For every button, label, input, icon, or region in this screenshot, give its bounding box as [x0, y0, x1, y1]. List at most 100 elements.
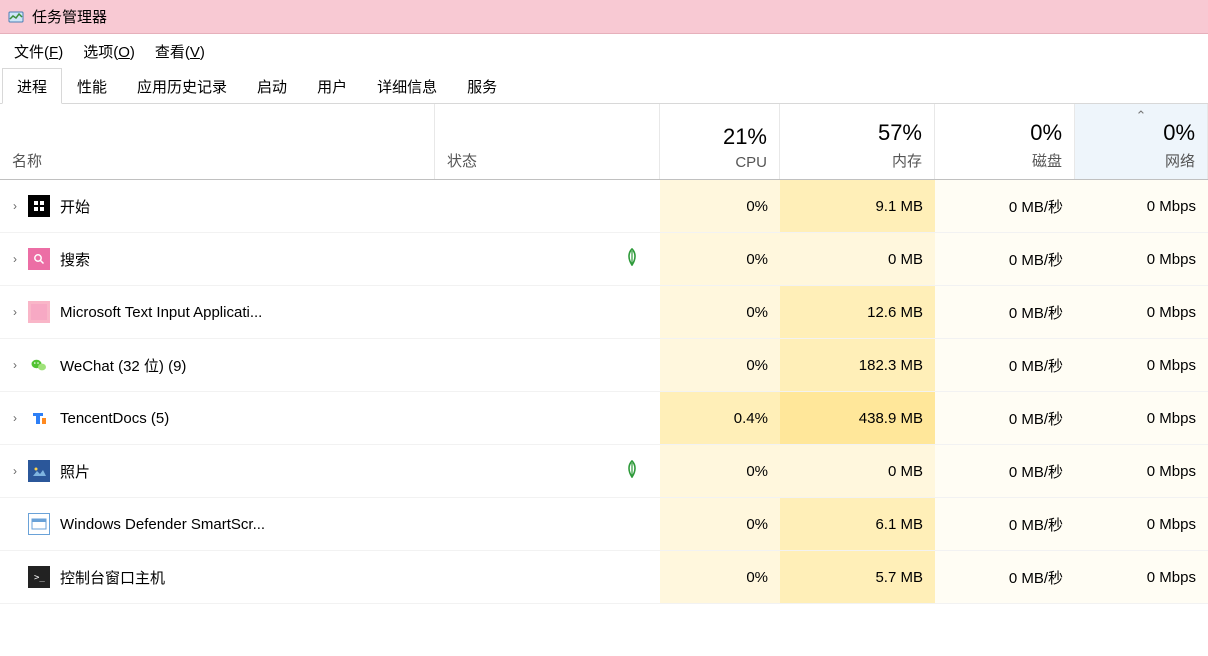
col-header-network-label: 网络: [1165, 150, 1195, 171]
process-cpu-cell: 0%: [660, 233, 780, 285]
process-network-cell: 0 Mbps: [1075, 498, 1208, 550]
col-header-memory[interactable]: 57% 内存: [780, 104, 935, 179]
process-memory-cell: 438.9 MB: [780, 392, 935, 444]
table-row[interactable]: >_控制台窗口主机0%5.7 MB0 MB/秒0 Mbps: [0, 551, 1208, 604]
process-status-cell: [435, 445, 660, 497]
tab-apphistory[interactable]: 应用历史记录: [122, 68, 242, 104]
process-memory-cell: 6.1 MB: [780, 498, 935, 550]
leaf-icon: [624, 460, 640, 483]
process-memory-cell: 0 MB: [780, 445, 935, 497]
process-network-cell: 0 Mbps: [1075, 339, 1208, 391]
table-row[interactable]: ›照片0%0 MB0 MB/秒0 Mbps: [0, 445, 1208, 498]
process-network-cell: 0 Mbps: [1075, 445, 1208, 497]
titlebar[interactable]: 任务管理器: [0, 0, 1208, 34]
tab-processes[interactable]: 进程: [2, 68, 62, 104]
expand-toggle-icon[interactable]: ›: [6, 252, 24, 266]
table-header: 名称 状态 21% CPU 57% 内存 0% 磁盘 ⌃ 0% 网络: [0, 104, 1208, 180]
process-status-cell: [435, 551, 660, 603]
col-header-name-label: 名称: [12, 150, 42, 171]
expand-toggle-icon[interactable]: ›: [6, 305, 24, 319]
start-icon: [28, 195, 50, 217]
app-icon: [8, 9, 24, 25]
app-pink-icon: [28, 301, 50, 323]
process-network-cell: 0 Mbps: [1075, 286, 1208, 338]
sort-ascending-icon: ⌃: [1136, 108, 1147, 124]
process-network-cell: 0 Mbps: [1075, 392, 1208, 444]
tab-users[interactable]: 用户: [302, 68, 362, 104]
process-name-label: WeChat (32 位) (9): [60, 355, 186, 376]
tdocs-icon: [28, 407, 50, 429]
table-row[interactable]: ›开始0%9.1 MB0 MB/秒0 Mbps: [0, 180, 1208, 233]
process-cpu-cell: 0%: [660, 551, 780, 603]
table-row[interactable]: ›搜索0%0 MB0 MB/秒0 Mbps: [0, 233, 1208, 286]
expand-toggle-icon[interactable]: ›: [6, 199, 24, 213]
process-name-label: Microsoft Text Input Applicati...: [60, 304, 262, 321]
process-table: 名称 状态 21% CPU 57% 内存 0% 磁盘 ⌃ 0% 网络 › 开始 0%…: [0, 104, 1208, 604]
process-name-cell: › 搜索: [0, 233, 435, 285]
tab-details[interactable]: 详细信息: [362, 68, 452, 104]
menu-file[interactable]: 文件(F): [4, 37, 73, 66]
leaf-icon: [624, 248, 640, 271]
col-header-status[interactable]: 状态: [435, 104, 660, 179]
expand-toggle-icon[interactable]: ›: [6, 411, 24, 425]
col-header-disk-label: 磁盘: [1032, 150, 1062, 171]
expand-toggle-icon[interactable]: ›: [6, 464, 24, 478]
process-name-label: 控制台窗口主机: [60, 567, 165, 588]
col-header-cpu[interactable]: 21% CPU: [660, 104, 780, 179]
process-name-label: TencentDocs (5): [60, 410, 169, 427]
process-name-cell: › 照片: [0, 445, 435, 497]
process-disk-cell: 0 MB/秒: [935, 180, 1075, 232]
tab-startup[interactable]: 启动: [242, 68, 302, 104]
process-status-cell: [435, 180, 660, 232]
col-header-disk[interactable]: 0% 磁盘: [935, 104, 1075, 179]
console-icon: >_: [28, 566, 50, 588]
process-cpu-cell: 0.4%: [660, 392, 780, 444]
search-pink-icon: [28, 248, 50, 270]
process-disk-cell: 0 MB/秒: [935, 233, 1075, 285]
expand-toggle-icon[interactable]: ›: [6, 358, 24, 372]
process-memory-cell: 0 MB: [780, 233, 935, 285]
process-name-cell: › Microsoft Text Input Applicati...: [0, 286, 435, 338]
menubar: 文件(F) 选项(O) 查看(V): [0, 34, 1208, 68]
process-name-cell: › WeChat (32 位) (9): [0, 339, 435, 391]
process-cpu-cell: 0%: [660, 286, 780, 338]
table-row[interactable]: › TencentDocs (5) 0.4%438.9 MB0 MB/秒0 Mbps: [0, 392, 1208, 445]
col-header-network[interactable]: ⌃ 0% 网络: [1075, 104, 1208, 179]
tab-services[interactable]: 服务: [452, 68, 512, 104]
table-row[interactable]: ›Microsoft Text Input Applicati...0%12.6…: [0, 286, 1208, 339]
process-status-cell: [435, 498, 660, 550]
process-cpu-cell: 0%: [660, 498, 780, 550]
process-disk-cell: 0 MB/秒: [935, 392, 1075, 444]
col-header-memory-pct: 57%: [878, 120, 922, 146]
table-row[interactable]: Windows Defender SmartScr...0%6.1 MB0 MB…: [0, 498, 1208, 551]
process-disk-cell: 0 MB/秒: [935, 339, 1075, 391]
menu-options[interactable]: 选项(O): [73, 37, 145, 66]
menu-view[interactable]: 查看(V): [145, 37, 215, 66]
photos-icon: [28, 460, 50, 482]
process-cpu-cell: 0%: [660, 339, 780, 391]
tab-performance[interactable]: 性能: [62, 68, 122, 104]
process-name-cell: >_ 控制台窗口主机: [0, 551, 435, 603]
process-status-cell: [435, 233, 660, 285]
process-memory-cell: 182.3 MB: [780, 339, 935, 391]
col-header-memory-label: 内存: [892, 150, 922, 171]
process-name-label: 搜索: [60, 249, 90, 270]
process-name-label: 照片: [60, 461, 90, 482]
table-row[interactable]: › WeChat (32 位) (9) 0%182.3 MB0 MB/秒0 Mbps: [0, 339, 1208, 392]
col-header-cpu-pct: 21%: [723, 124, 767, 150]
tabbar: 进程性能应用历史记录启动用户详细信息服务: [0, 68, 1208, 104]
process-disk-cell: 0 MB/秒: [935, 551, 1075, 603]
process-name-cell: › TencentDocs (5): [0, 392, 435, 444]
col-header-name[interactable]: 名称: [0, 104, 435, 179]
col-header-cpu-label: CPU: [735, 154, 767, 171]
process-network-cell: 0 Mbps: [1075, 180, 1208, 232]
process-status-cell: [435, 286, 660, 338]
process-status-cell: [435, 392, 660, 444]
process-cpu-cell: 0%: [660, 180, 780, 232]
table-body: ›开始0%9.1 MB0 MB/秒0 Mbps›搜索0%0 MB0 MB/秒0 …: [0, 180, 1208, 604]
process-name-label: 开始: [60, 196, 90, 217]
col-header-network-pct: 0%: [1163, 120, 1195, 146]
window-title: 任务管理器: [32, 6, 107, 27]
process-disk-cell: 0 MB/秒: [935, 445, 1075, 497]
col-header-disk-pct: 0%: [1030, 120, 1062, 146]
